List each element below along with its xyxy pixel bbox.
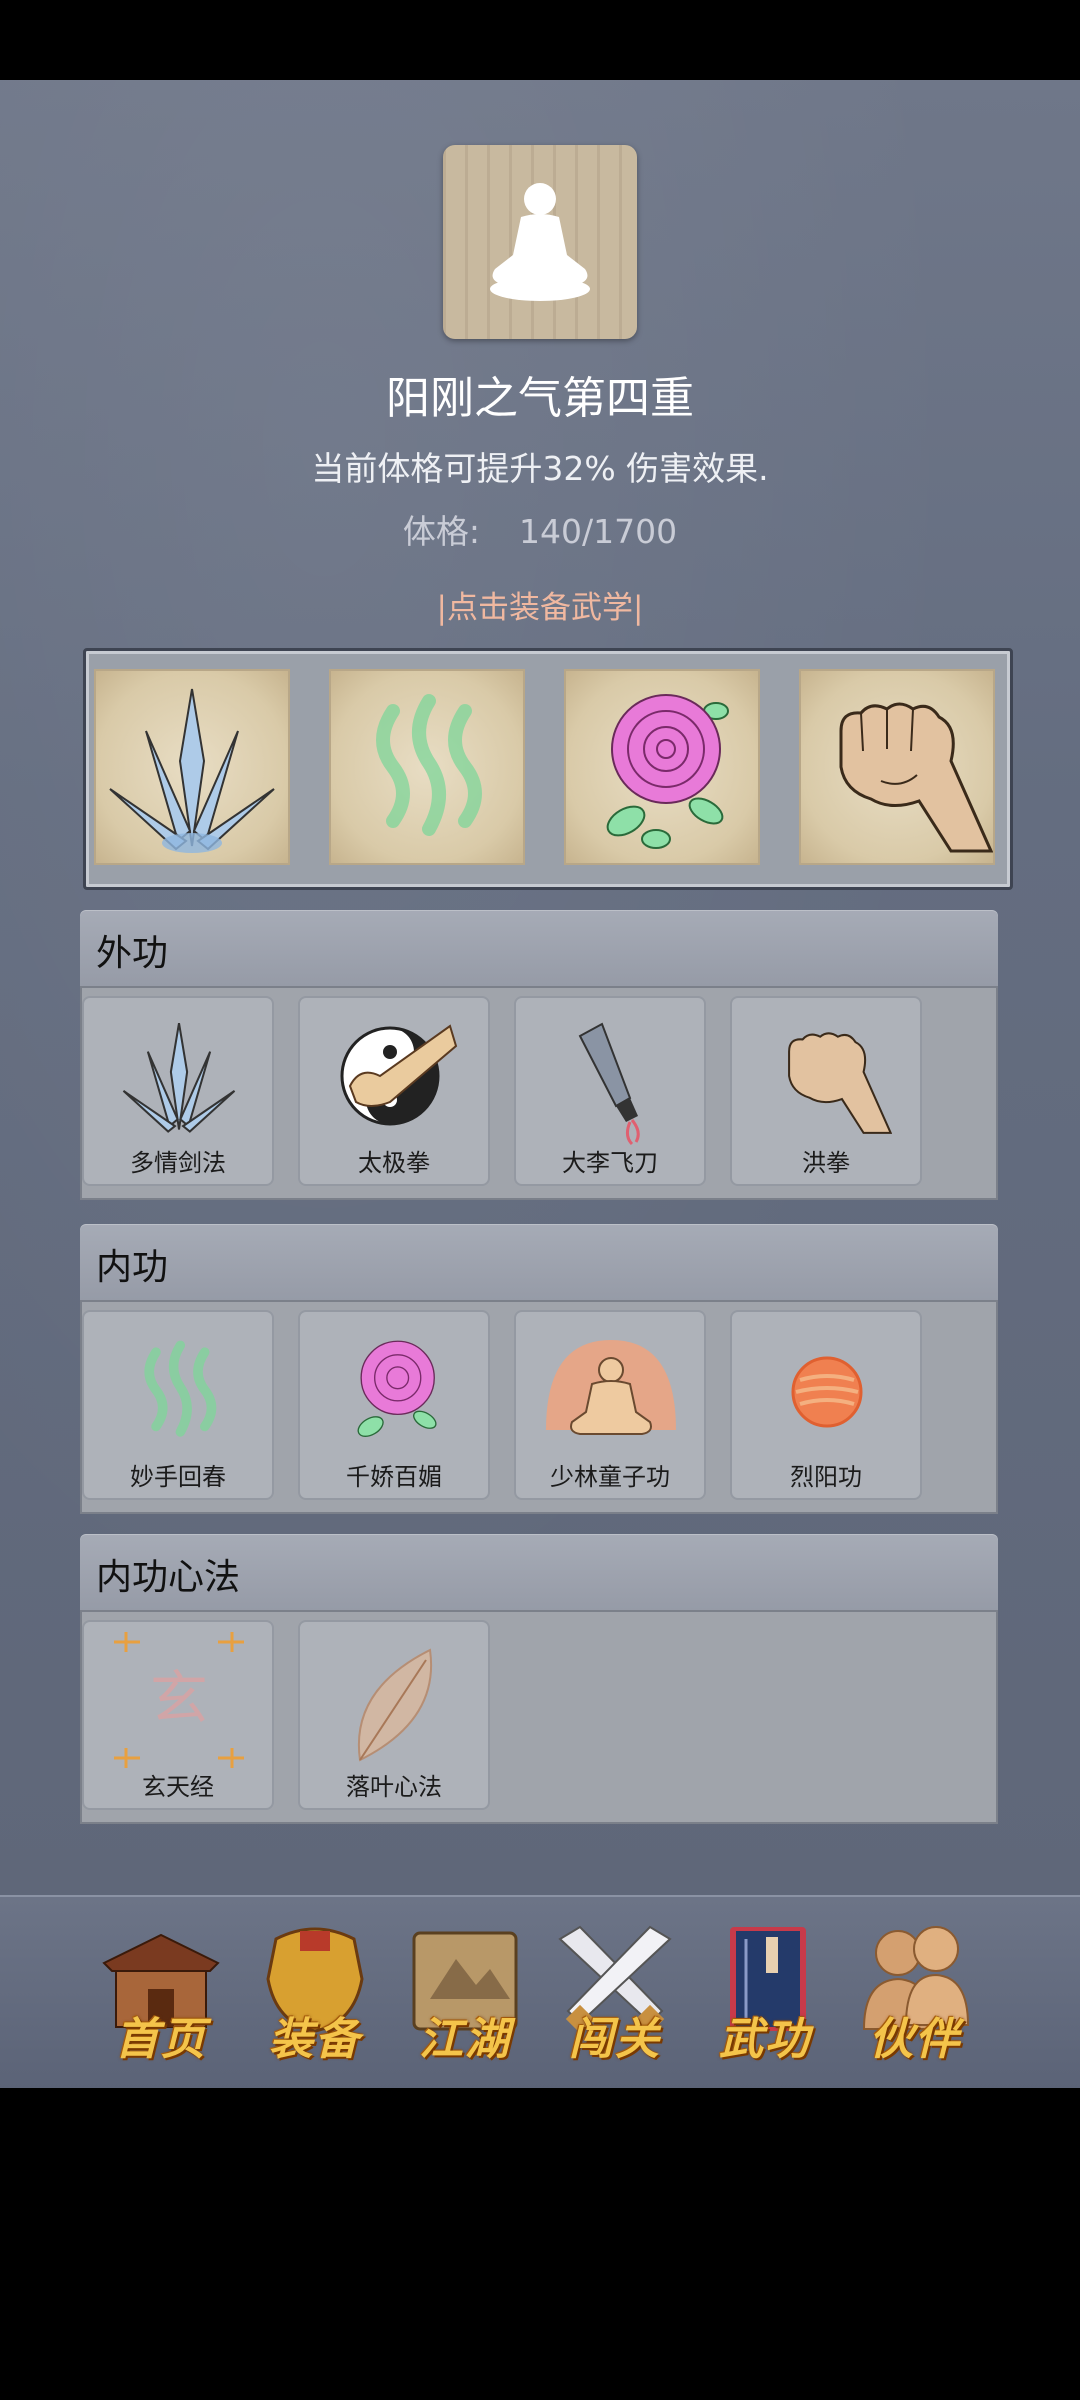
nav-label: 武功 (719, 2014, 811, 2065)
nav-label: 江湖 (419, 2014, 511, 2065)
skill-card-lieyang[interactable]: 烈阳功 (730, 1310, 922, 1500)
blade-fan-icon (109, 688, 275, 853)
section-title: 外功 (96, 933, 169, 974)
nav-home[interactable]: 首页 (96, 1919, 226, 2069)
skill-label: 千娇百媚 (346, 1463, 442, 1491)
skill-card-shaolin[interactable]: 少林童子功 (514, 1310, 706, 1500)
section-title: 内功 (96, 1247, 169, 1288)
physique-stat: 体格: 140/1700 (0, 505, 1080, 553)
green-wave-icon (144, 1340, 217, 1437)
skill-label: 多情剑法 (130, 1149, 226, 1177)
flying-knife-icon (578, 1022, 640, 1146)
skill-card-miaoshou[interactable]: 妙手回春 (82, 1310, 274, 1500)
skill-card-feidao[interactable]: 大李飞刀 (514, 996, 706, 1186)
equip-slot-4[interactable] (801, 671, 993, 863)
equipped-skills-panel (83, 648, 1013, 890)
rose-icon (357, 1340, 437, 1438)
equip-slot-1[interactable] (96, 671, 288, 863)
nav-label: 装备 (269, 2014, 361, 2065)
xuan-scroll-icon: 玄 (114, 1632, 244, 1768)
equip-slot-3[interactable] (566, 671, 758, 863)
taiji-icon (340, 1024, 458, 1126)
stage-description: 当前体格可提升32% 伤害效果. (311, 449, 769, 488)
equip-hint-link[interactable]: |点击装备武学| (0, 582, 1080, 627)
nav-label: 伙伴 (869, 2014, 961, 2065)
nav-challenge[interactable]: 闯关 (550, 1919, 680, 2069)
skill-label: 太极拳 (358, 1149, 430, 1177)
section-header-neigong: 内功 (80, 1224, 998, 1300)
bottom-nav: 首页 装备 江湖 闯关 武功 伙伴 (0, 1895, 1080, 2090)
skill-label: 洪拳 (802, 1149, 850, 1177)
skill-label: 妙手回春 (130, 1463, 226, 1491)
section-body-waigong: 多情剑法 太极拳 大李飞刀 洪拳 (80, 986, 998, 1200)
leaf-icon (357, 1648, 433, 1762)
skill-card-taiji[interactable]: 太极拳 (298, 996, 490, 1186)
physique-value: 140/1700 (519, 512, 678, 551)
skill-label: 玄天经 (142, 1773, 214, 1801)
sun-orb-icon (791, 1356, 863, 1428)
nav-martial-arts[interactable]: 武功 (700, 1919, 830, 2069)
blade-fan-icon (122, 1023, 236, 1133)
status-bar (0, 0, 1080, 80)
nav-jianghu[interactable]: 江湖 (400, 1919, 530, 2069)
section-body-xinfa: 玄 玄天经 落叶心法 (80, 1610, 998, 1824)
physique-label: 体格: (402, 512, 481, 551)
section-title: 内功心法 (96, 1557, 241, 1598)
stage-title: 阳刚之气第四重 (386, 373, 694, 424)
xuan-glyph: 玄 (150, 1664, 208, 1732)
fist-icon (839, 702, 993, 853)
nav-equipment[interactable]: 装备 (250, 1919, 380, 2069)
skill-label: 大李飞刀 (562, 1149, 658, 1177)
green-wave-icon (376, 694, 482, 836)
rose-icon (606, 694, 729, 849)
section-header-xinfa: 内功心法 (80, 1534, 998, 1610)
fist-icon (788, 1032, 892, 1134)
bottom-system-area (0, 2088, 1080, 2400)
nav-label: 闯关 (569, 2014, 661, 2065)
skill-card-xuantian[interactable]: 玄 玄天经 (82, 1620, 274, 1810)
section-header-waigong: 外功 (80, 910, 998, 986)
skill-card-luoye[interactable]: 落叶心法 (298, 1620, 490, 1810)
nav-companions[interactable]: 伙伴 (850, 1919, 980, 2069)
skill-label: 烈阳功 (790, 1463, 862, 1491)
skill-label: 落叶心法 (346, 1773, 442, 1801)
meditating-figure-icon (490, 183, 590, 301)
meditating-monk-icon (546, 1340, 676, 1435)
section-body-neigong: 妙手回春 千娇百媚 少林童子功 烈阳功 (80, 1300, 998, 1514)
equip-slot-2[interactable] (331, 671, 523, 863)
skill-card-qianjiao[interactable]: 千娇百媚 (298, 1310, 490, 1500)
nav-label: 首页 (115, 2014, 207, 2065)
skill-card-duoqing[interactable]: 多情剑法 (82, 996, 274, 1186)
cultivation-avatar (443, 145, 637, 339)
skill-card-hongquan[interactable]: 洪拳 (730, 996, 922, 1186)
skill-label: 少林童子功 (550, 1463, 670, 1491)
